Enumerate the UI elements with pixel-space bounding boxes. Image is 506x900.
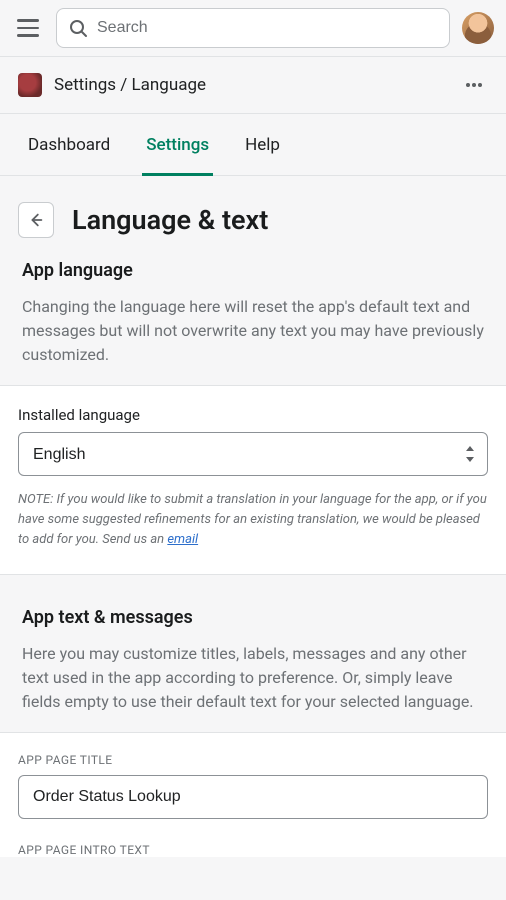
section-title-app-text: App text & messages [22, 607, 484, 628]
select-wrap-installed-language: English [18, 432, 488, 476]
note-text: NOTE: If you would like to submit a tran… [18, 492, 487, 547]
tabs: Dashboard Settings Help [0, 114, 506, 176]
card-installed-language: Installed language English NOTE: If you … [0, 385, 506, 575]
app-icon [18, 73, 42, 97]
section-app-language-head: App language Changing the language here … [0, 260, 506, 385]
field-app-page-intro-text: APP PAGE INTRO TEXT [18, 843, 488, 857]
search-field-wrap [56, 8, 450, 48]
more-actions-button[interactable] [460, 71, 488, 99]
tab-dashboard[interactable]: Dashboard [28, 114, 110, 176]
page-header: Language & text [0, 176, 506, 260]
label-app-page-title: APP PAGE TITLE [18, 753, 488, 767]
breadcrumb: Settings / Language [54, 75, 448, 95]
more-horizontal-icon [464, 75, 484, 95]
note-installed-language: NOTE: If you would like to submit a tran… [18, 490, 488, 550]
breadcrumb-bar: Settings / Language [0, 56, 506, 114]
section-title-app-language: App language [22, 260, 484, 281]
section-desc-app-text: Here you may customize titles, labels, m… [22, 642, 484, 714]
tab-help[interactable]: Help [245, 114, 280, 176]
search-input[interactable] [56, 8, 450, 48]
section-app-text-head: App text & messages Here you may customi… [0, 607, 506, 732]
top-bar [0, 0, 506, 56]
input-app-page-title[interactable] [18, 775, 488, 819]
arrow-left-icon [27, 211, 45, 229]
email-link[interactable]: email [167, 532, 198, 547]
page-title: Language & text [72, 204, 268, 236]
label-app-page-intro-text: APP PAGE INTRO TEXT [18, 843, 488, 857]
select-installed-language[interactable]: English [18, 432, 488, 476]
back-button[interactable] [18, 202, 54, 238]
field-app-page-title: APP PAGE TITLE [18, 753, 488, 819]
avatar[interactable] [462, 12, 494, 44]
search-icon [68, 18, 88, 38]
tab-settings[interactable]: Settings [146, 114, 209, 176]
card-app-text-fields: APP PAGE TITLE APP PAGE INTRO TEXT [0, 732, 506, 857]
label-installed-language: Installed language [18, 406, 488, 424]
section-desc-app-language: Changing the language here will reset th… [22, 295, 484, 367]
hamburger-menu-icon[interactable] [12, 12, 44, 44]
